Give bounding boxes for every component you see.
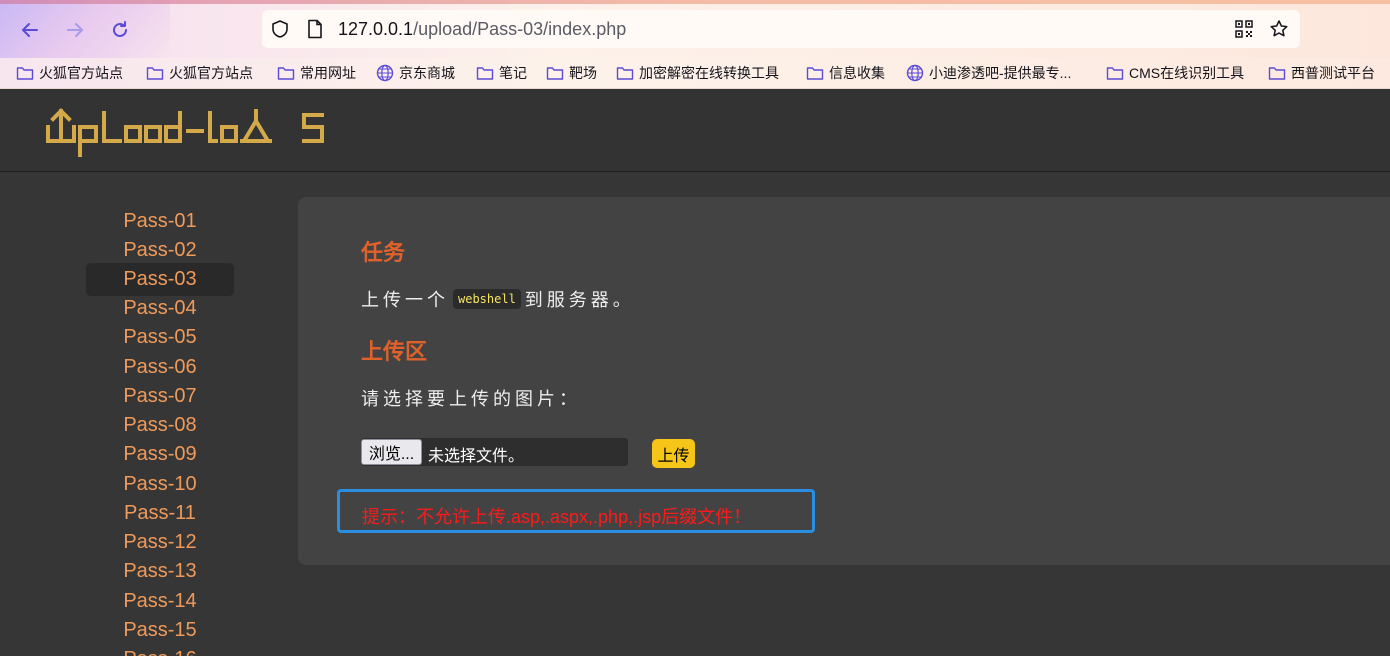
task-text-before: 上传一个 xyxy=(361,290,449,311)
sidebar-item-pass-09[interactable]: Pass-09 xyxy=(86,438,234,471)
upload-labs-logo xyxy=(46,108,324,157)
bookmark-item[interactable]: 京东商城 xyxy=(376,63,455,83)
arrow-right-icon xyxy=(67,23,83,37)
file-input[interactable]: 浏览... 未选择文件。 xyxy=(361,438,628,466)
forward-button[interactable] xyxy=(59,14,91,46)
hint-text: 提示：不允许上传.asp,.aspx,.php,.jsp后缀文件！ xyxy=(362,507,752,527)
sidebar-item-pass-13[interactable]: Pass-13 xyxy=(86,555,234,588)
folder-icon xyxy=(476,67,494,80)
sidebar-item-pass-05[interactable]: Pass-05 xyxy=(86,321,234,354)
task-description: 上传一个 webshell 到服务器。 xyxy=(361,286,635,312)
url-text[interactable]: 127.0.0.1/upload/Pass-03/index.php xyxy=(338,19,626,40)
globe-icon xyxy=(376,64,394,82)
content-panel: 任务 上传一个 webshell 到服务器。 上传区 请选择要上传的图片： 浏览… xyxy=(298,197,1390,565)
qr-code-icon[interactable] xyxy=(1234,19,1254,43)
site-logo[interactable] xyxy=(46,105,336,161)
folder-icon xyxy=(16,67,34,80)
bookmark-item[interactable]: 信息收集 xyxy=(806,63,885,83)
url-path: /upload/Pass-03/index.php xyxy=(413,19,627,39)
bookmark-item[interactable]: 火狐官方站点 xyxy=(146,63,253,83)
bookmark-label: 常用网址 xyxy=(300,65,356,81)
star-icon[interactable] xyxy=(1269,19,1289,43)
upload-submit-button[interactable]: 上传 xyxy=(652,439,695,468)
bookmark-label: 靶场 xyxy=(569,65,597,81)
upload-heading: 上传区 xyxy=(361,340,428,365)
folder-icon xyxy=(1106,67,1124,80)
toolbar-accent-line xyxy=(0,0,1390,4)
url-host: 127.0.0.1 xyxy=(338,19,414,39)
arrow-left-icon xyxy=(22,23,38,37)
bookmark-item[interactable]: 笔记 xyxy=(476,63,527,83)
hint-box: 提示：不允许上传.asp,.aspx,.php,.jsp后缀文件！ xyxy=(337,489,815,533)
bookmark-item[interactable]: 加密解密在线转换工具 xyxy=(616,63,779,83)
task-heading: 任务 xyxy=(361,241,406,266)
bookmark-item[interactable]: 靶场 xyxy=(546,63,597,83)
reload-button[interactable] xyxy=(104,14,136,46)
site-header xyxy=(0,90,1390,172)
folder-icon xyxy=(616,67,634,80)
bookmark-label: CMS在线识别工具 xyxy=(1129,65,1245,81)
file-status: 未选择文件。 xyxy=(428,448,525,465)
folder-icon xyxy=(806,67,824,80)
bookmark-item[interactable]: 常用网址 xyxy=(277,63,356,83)
address-bar[interactable]: 127.0.0.1/upload/Pass-03/index.php xyxy=(262,10,1300,48)
folder-icon xyxy=(146,67,164,80)
bookmark-item[interactable]: CMS在线识别工具 xyxy=(1106,63,1244,83)
bookmark-item[interactable]: 小迪渗透吧-提供最专... xyxy=(906,63,1071,83)
back-button[interactable] xyxy=(14,14,46,46)
upload-prompt: 请选择要上传的图片： xyxy=(361,389,581,410)
browse-button[interactable]: 浏览... xyxy=(361,439,422,465)
folder-icon xyxy=(1268,67,1286,80)
sidebar-nav: Pass-01 Pass-02 Pass-03 Pass-04 Pass-05 … xyxy=(0,172,298,656)
bookmark-label: 火狐官方站点 xyxy=(39,65,123,81)
bookmark-label: 加密解密在线转换工具 xyxy=(639,65,779,81)
bookmark-label: 小迪渗透吧-提供最专... xyxy=(929,65,1072,81)
bookmark-label: 京东商城 xyxy=(399,65,455,81)
shield-icon[interactable] xyxy=(270,19,290,43)
bookmark-label: 西普测试平台 xyxy=(1291,65,1375,81)
browser-toolbar: 127.0.0.1/upload/Pass-03/index.php xyxy=(0,0,1390,58)
bookmark-label: 火狐官方站点 xyxy=(169,65,253,81)
task-text-after: 到服务器。 xyxy=(524,290,635,311)
bookmark-label: 信息收集 xyxy=(829,65,885,81)
bookmark-label: 笔记 xyxy=(499,65,527,81)
bookmark-item[interactable]: 西普测试平台 xyxy=(1268,63,1375,83)
reload-icon xyxy=(113,21,127,37)
folder-icon xyxy=(277,67,295,80)
bookmarks-bar: 火狐官方站点 火狐官方站点 常用网址 京东商城 笔记 靶场 加密解密在线转换工具… xyxy=(0,58,1390,89)
bookmark-item[interactable]: 火狐官方站点 xyxy=(16,63,123,83)
globe-icon xyxy=(906,64,924,82)
page-icon[interactable] xyxy=(306,19,324,43)
folder-icon xyxy=(546,67,564,80)
task-code: webshell xyxy=(453,289,521,309)
sidebar-item-pass-16[interactable]: Pass-16 xyxy=(86,643,234,656)
